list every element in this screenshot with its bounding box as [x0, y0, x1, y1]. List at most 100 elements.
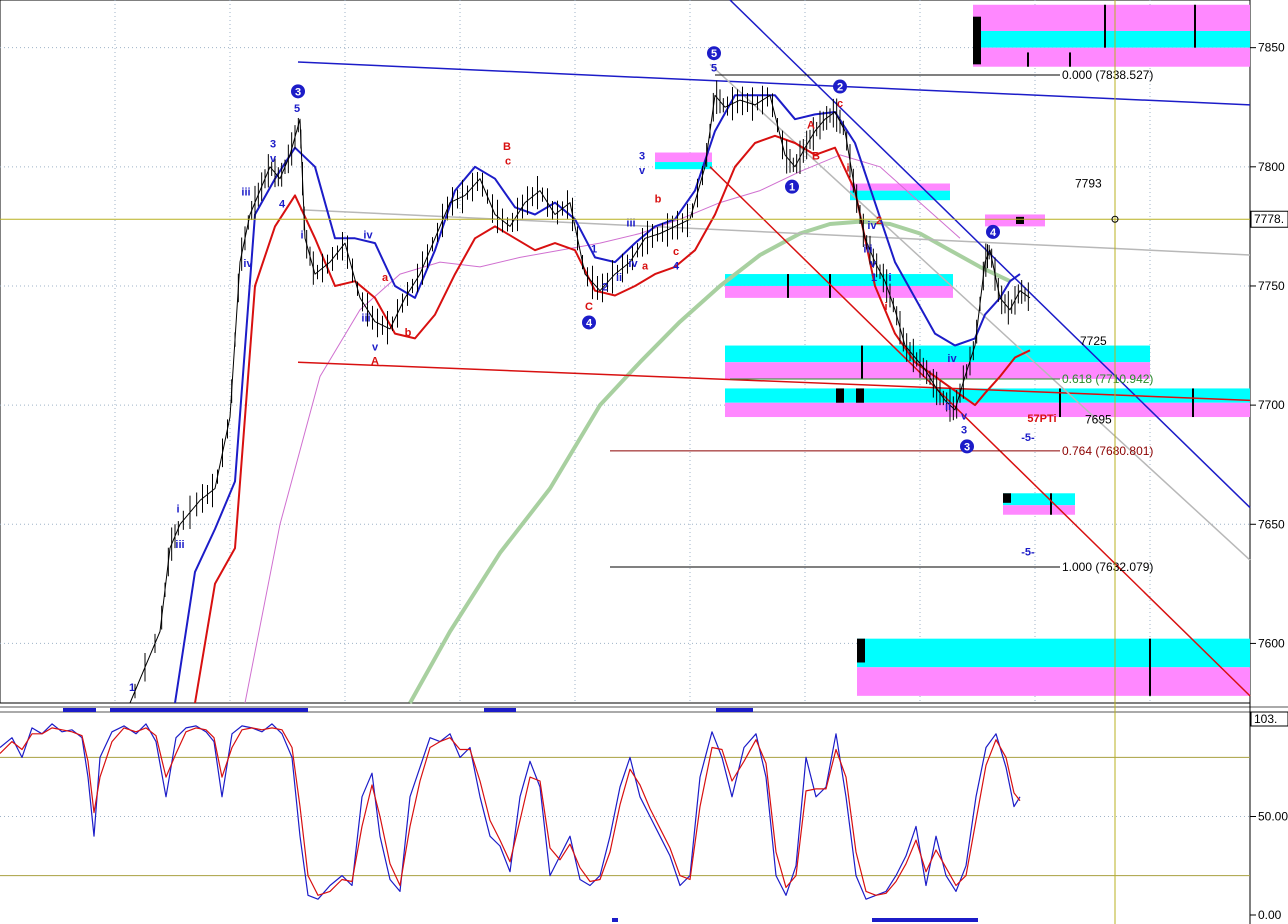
wave-label: 3 [270, 139, 276, 151]
wave-label: i [300, 229, 303, 241]
wave-label: i [884, 301, 887, 313]
axis-tick-label: 7600 [1258, 636, 1285, 650]
cycle-bars [63, 708, 978, 922]
wave-label: 3 [961, 425, 967, 437]
wave-label: i [846, 163, 849, 175]
chart-canvas: 0.000 (7838.527) 0.618 (7710.942) 0.764 (7… [0, 0, 1288, 924]
cycle-bar [612, 918, 618, 922]
zone-box [973, 30, 1250, 48]
wave-label: c [673, 246, 679, 258]
zone-box [857, 638, 1250, 668]
wave-label-circled: 3 [295, 86, 301, 98]
zone-box [973, 47, 1250, 67]
wave-label: v [372, 341, 379, 353]
wave-label: v [961, 410, 968, 422]
wave-label-circled: 5 [711, 48, 717, 60]
wave-label: 1 [591, 244, 597, 256]
fib-label: 1.000 (7632.079) [1062, 560, 1153, 574]
grid [0, 0, 1288, 924]
cycle-bar [110, 708, 308, 712]
price-annotation: 7695 [1085, 412, 1112, 426]
wave-label: v [639, 165, 646, 177]
zone-box [725, 274, 953, 286]
axis-tick-label: 50.00 [1258, 810, 1288, 824]
zone-box [973, 4, 1250, 31]
zone-block [836, 388, 844, 403]
wave-label: 4 [673, 260, 680, 272]
wave-label: i [888, 272, 891, 284]
axis-tick-label: 7700 [1258, 398, 1285, 412]
zone-box [725, 285, 953, 298]
wave-label: c [505, 155, 511, 167]
axis-tick-label: 0.00 [1258, 908, 1282, 922]
moving-averages [244, 154, 1251, 704]
cycle-bar [872, 918, 978, 922]
zone-box [857, 667, 1250, 696]
axis-tick-label: 7750 [1258, 279, 1285, 293]
last-price-label: 7778. [1254, 212, 1284, 226]
cycle-bar [63, 708, 96, 712]
lower-band-line [194, 134, 1031, 704]
wave-label: b [655, 194, 662, 206]
zone-box [725, 402, 1250, 418]
wave-label: A [371, 356, 379, 368]
zone-block [1003, 493, 1011, 503]
wave-label: iii [241, 186, 250, 198]
axis-tick-label: 7800 [1258, 160, 1285, 174]
wave-label: 57PTi [1027, 413, 1056, 425]
trendline [709, 166, 1251, 697]
wave-label-circled: 3 [964, 441, 970, 453]
wave-label: B [503, 141, 511, 153]
wave-label: iv [243, 258, 253, 270]
trendline [709, 63, 1251, 561]
wave-label: 5 [711, 62, 717, 74]
stochastic-panel [0, 723, 1250, 900]
wave-label-circled: 4 [586, 317, 593, 329]
wave-label: ii [945, 401, 951, 413]
wave-label: 1 [129, 682, 135, 694]
support-resistance-zones [655, 4, 1250, 696]
wave-label-circled: 2 [837, 82, 843, 94]
zone-block [973, 16, 981, 65]
zone-block [857, 638, 865, 663]
wave-label: iii [175, 539, 184, 551]
mid-ma-line [244, 154, 961, 704]
wave-label: b [405, 327, 412, 339]
wave-label: -5- [1021, 546, 1035, 558]
wave-label: i [176, 503, 179, 515]
wave-label: iv [363, 229, 373, 241]
zone-block [856, 388, 864, 403]
wave-label: -5- [1021, 432, 1035, 444]
wave-label: iii [863, 244, 872, 256]
stoch-k-line [0, 723, 1021, 900]
fib-label: 0.000 (7838.527) [1062, 68, 1153, 82]
last-value-label: 103. [1254, 712, 1277, 726]
wave-label: a [642, 260, 649, 272]
wave-label: 5 [294, 103, 300, 115]
wave-label: A [807, 120, 815, 132]
trendline [729, 0, 1251, 509]
fib-label: 0.618 (7710.942) [1062, 372, 1153, 386]
wave-label-circled: 1 [789, 182, 795, 194]
cycle-bar [484, 708, 516, 712]
wave-label: C [585, 301, 593, 313]
cycle-bar [716, 708, 753, 712]
wave-label: v [270, 153, 277, 165]
wave-label: ii [616, 272, 622, 284]
zone-block [1016, 216, 1024, 225]
wave-label: 1 [871, 272, 877, 284]
price-annotation: 7725 [1080, 334, 1107, 348]
wave-label: 3 [639, 151, 645, 163]
wave-label: 2 [876, 215, 882, 227]
axis-tick-label: 7850 [1258, 41, 1285, 55]
wave-label-circled: 4 [990, 227, 997, 239]
wave-label: a [382, 272, 389, 284]
price-annotation: 7793 [1075, 176, 1102, 190]
zone-box [850, 190, 950, 201]
wave-label: B [812, 151, 820, 163]
wave-label: 2 [602, 282, 608, 294]
wave-label: iv [628, 258, 638, 270]
wave-label: 4 [279, 198, 286, 210]
wave-label: iv [947, 353, 957, 365]
zone-box [655, 152, 712, 163]
